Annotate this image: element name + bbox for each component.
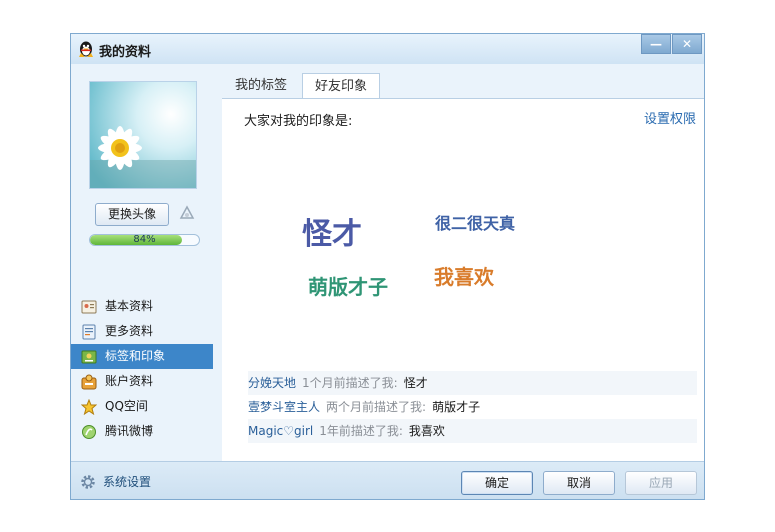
- sidebar-nav: 基本资料 更多资料 标签和印象 账户资料 QQ空间 腾讯微博: [71, 294, 213, 444]
- change-avatar-button[interactable]: 更换头像: [95, 203, 169, 226]
- system-settings-link[interactable]: 系统设置: [79, 473, 151, 491]
- tags-icon: [81, 350, 97, 364]
- comment-text: 萌版才子: [432, 400, 481, 414]
- sidebar-item-label: 更多资料: [105, 324, 154, 338]
- camera-icon[interactable]: [178, 204, 196, 222]
- more-info-icon: [82, 324, 96, 340]
- comment-time: 两个月前描述了我:: [326, 400, 427, 414]
- star-icon: [81, 399, 97, 415]
- impressions-panel: 大家对我的印象是: 设置权限 怪才 很二很天真 萌版才子 我喜欢 分娩天地 1个月…: [222, 98, 704, 461]
- impression-tag[interactable]: 萌版才子: [308, 271, 388, 300]
- impression-tag[interactable]: 我喜欢: [434, 261, 494, 290]
- comment-author[interactable]: 壹梦斗室主人: [248, 400, 320, 414]
- bottom-bar: 系统设置 确定 取消 应用: [71, 461, 704, 499]
- comment-author[interactable]: 分娩天地: [248, 376, 296, 390]
- impression-tag[interactable]: 很二很天真: [435, 210, 515, 234]
- apply-button[interactable]: 应用: [625, 471, 697, 495]
- comment-row: 分娩天地 1个月前描述了我: 怪才: [248, 371, 697, 395]
- comment-time: 1个月前描述了我:: [302, 376, 398, 390]
- close-button[interactable]: ✕: [672, 34, 702, 54]
- impression-tag[interactable]: 怪才: [302, 209, 362, 253]
- profile-window: 我的资料 — ✕ 更换头像 84% 基本资料 更多资料 标签和印象 账户资料 Q…: [70, 33, 705, 500]
- sidebar-item-tags[interactable]: 标签和印象: [71, 344, 213, 369]
- account-icon: [81, 374, 97, 390]
- comment-row: Magic♡girl 1年前描述了我: 我喜欢: [248, 419, 697, 443]
- tab-friend-impressions[interactable]: 好友印象: [302, 73, 380, 99]
- window-title: 我的资料: [99, 45, 152, 60]
- sidebar-item-label: 基本资料: [105, 299, 154, 313]
- sidebar-item-label: 腾讯微博: [105, 424, 154, 438]
- minimize-button[interactable]: —: [641, 34, 671, 54]
- title-bar: 我的资料 — ✕: [71, 34, 704, 64]
- left-panel: 更换头像 84% 基本资料 更多资料 标签和印象 账户资料 QQ空间 腾讯微博: [71, 64, 213, 487]
- gear-icon: [81, 475, 95, 489]
- sidebar-item-more-info[interactable]: 更多资料: [71, 319, 213, 344]
- profile-completion-bar: 84%: [89, 234, 200, 246]
- set-permission-link[interactable]: 设置权限: [644, 108, 696, 127]
- tab-my-tags[interactable]: 我的标签: [222, 73, 300, 98]
- cancel-button[interactable]: 取消: [543, 471, 615, 495]
- sidebar-item-account[interactable]: 账户资料: [71, 369, 213, 394]
- comment-row: 壹梦斗室主人 两个月前描述了我: 萌版才子: [248, 395, 697, 419]
- weibo-icon: [82, 425, 96, 439]
- comment-author[interactable]: Magic♡girl: [248, 424, 313, 438]
- impressions-heading: 大家对我的印象是:: [244, 114, 353, 129]
- basic-info-icon: [81, 300, 97, 314]
- sidebar-item-qzone[interactable]: QQ空间: [71, 394, 213, 419]
- qq-penguin-icon: [79, 41, 93, 57]
- sidebar-item-label: 标签和印象: [105, 349, 166, 363]
- ok-button[interactable]: 确定: [461, 471, 533, 495]
- sidebar-item-basic-info[interactable]: 基本资料: [71, 294, 213, 319]
- comment-text: 怪才: [403, 376, 428, 390]
- avatar-image: [90, 82, 196, 188]
- progress-label: 84%: [133, 234, 156, 245]
- avatar[interactable]: [89, 81, 197, 189]
- comment-time: 1年前描述了我:: [319, 424, 403, 438]
- sidebar-item-weibo[interactable]: 腾讯微博: [71, 419, 213, 444]
- sidebar-item-label: QQ空间: [105, 399, 148, 413]
- sidebar-item-label: 账户资料: [105, 374, 154, 388]
- impression-comments: 分娩天地 1个月前描述了我: 怪才 壹梦斗室主人 两个月前描述了我: 萌版才子 Magi…: [248, 371, 697, 443]
- comment-text: 我喜欢: [408, 424, 445, 438]
- system-settings-label: 系统设置: [103, 475, 152, 489]
